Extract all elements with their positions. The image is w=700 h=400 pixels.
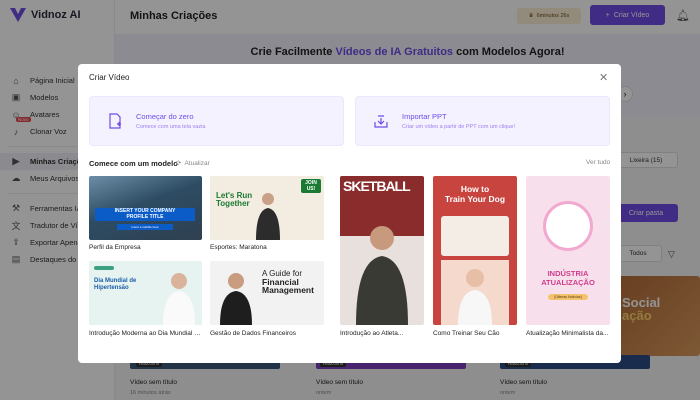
thumb-line: Dia Mundial de	[94, 278, 137, 284]
thumb-text: How to Train Your Dog	[433, 184, 517, 204]
dialog-title: Criar Vídeo	[89, 73, 130, 82]
avatar-figure	[458, 269, 492, 325]
new-file-icon	[109, 113, 121, 129]
thumb-line: Together	[216, 199, 250, 208]
avatar-image	[543, 201, 593, 251]
avatar-figure	[163, 273, 195, 325]
see-all-link[interactable]: Ver tudo	[586, 159, 610, 166]
option-subtitle: Comece com uma tela vazia	[136, 124, 206, 130]
import-ppt-option[interactable]: Importar PPT Criar um vídeo a partir de …	[355, 96, 610, 146]
template-label: Como Treinar Seu Cão	[433, 330, 500, 337]
refresh-label: Atualizar	[184, 159, 210, 167]
template-card-finance[interactable]: A Guide for Financial Management	[210, 261, 324, 325]
thumb-line: Train Your Dog	[444, 194, 506, 204]
template-card-dog[interactable]: How to Train Your Dog	[433, 176, 517, 325]
thumb-line: ATUALIZAÇÃO	[541, 278, 595, 287]
thumb-text: Dia Mundial de Hipertensão	[94, 278, 136, 292]
option-subtitle: Criar um vídeo a partir de PPT com um cl…	[402, 124, 515, 130]
template-card-company-profile[interactable]: INSERT YOUR COMPANY PROFILE TITLE Insert …	[89, 176, 202, 240]
thumb-line: Management	[262, 285, 314, 295]
thumb-line: US!	[306, 186, 316, 192]
thumb-pill	[94, 266, 114, 270]
template-label: Introdução ao Atleta...	[340, 330, 404, 337]
template-label: Esportes: Maratona	[210, 244, 267, 251]
thumb-badge: JOIN US!	[301, 179, 321, 193]
template-card-hypertension[interactable]: Dia Mundial de Hipertensão	[89, 261, 202, 325]
template-card-industry-update[interactable]: INDÚSTRIA ATUALIZAÇÃO [Últimas Notícias]	[526, 176, 610, 325]
start-from-scratch-option[interactable]: Começar do zero Comece com uma tela vazi…	[89, 96, 344, 146]
thumb-line: INDÚSTRIA	[547, 269, 589, 278]
close-icon[interactable]: ✕	[599, 71, 608, 84]
thumb-line: PROFILE TITLE	[126, 213, 164, 220]
template-label: Atualização Minimalista da...	[526, 330, 609, 337]
templates-section-title: Comece com um modelo	[89, 159, 178, 168]
template-card-marathon[interactable]: Let's Run Together JOIN US!	[210, 176, 324, 240]
thumb-line: How to	[460, 184, 490, 194]
template-label: Gestão de Dados Financeiros	[210, 330, 296, 337]
option-title: Importar PPT	[402, 112, 447, 121]
create-video-dialog: Criar Vídeo ✕ Começar do zero Comece com…	[78, 64, 621, 363]
thumb-text: A Guide for Financial Management	[262, 270, 314, 295]
thumb-text: INDÚSTRIA ATUALIZAÇÃO	[526, 269, 610, 287]
thumb-chip: [Últimas Notícias]	[548, 294, 588, 300]
template-label: Introdução Moderna ao Dia Mundial d...	[89, 330, 202, 337]
thumb-line: Hipertensão	[94, 285, 129, 291]
thumb-headline: Let's Run Together	[216, 192, 252, 208]
template-label: Perfil da Empresa	[89, 244, 141, 251]
option-title: Começar do zero	[136, 112, 194, 121]
avatar-figure	[220, 273, 252, 325]
refresh-icon: ⟳	[176, 160, 182, 167]
thumb-subtitle: Insert a subtitle here	[117, 224, 173, 230]
refresh-button[interactable]: ⟳ Atualizar	[176, 159, 210, 168]
thumb-text: INSERT YOUR COMPANY PROFILE TITLE	[95, 208, 195, 221]
dog-image	[441, 216, 509, 256]
template-card-athlete[interactable]: SKETBALL	[340, 176, 424, 325]
avatar-figure	[256, 193, 280, 240]
avatar-figure	[356, 226, 408, 325]
import-icon	[374, 115, 388, 128]
